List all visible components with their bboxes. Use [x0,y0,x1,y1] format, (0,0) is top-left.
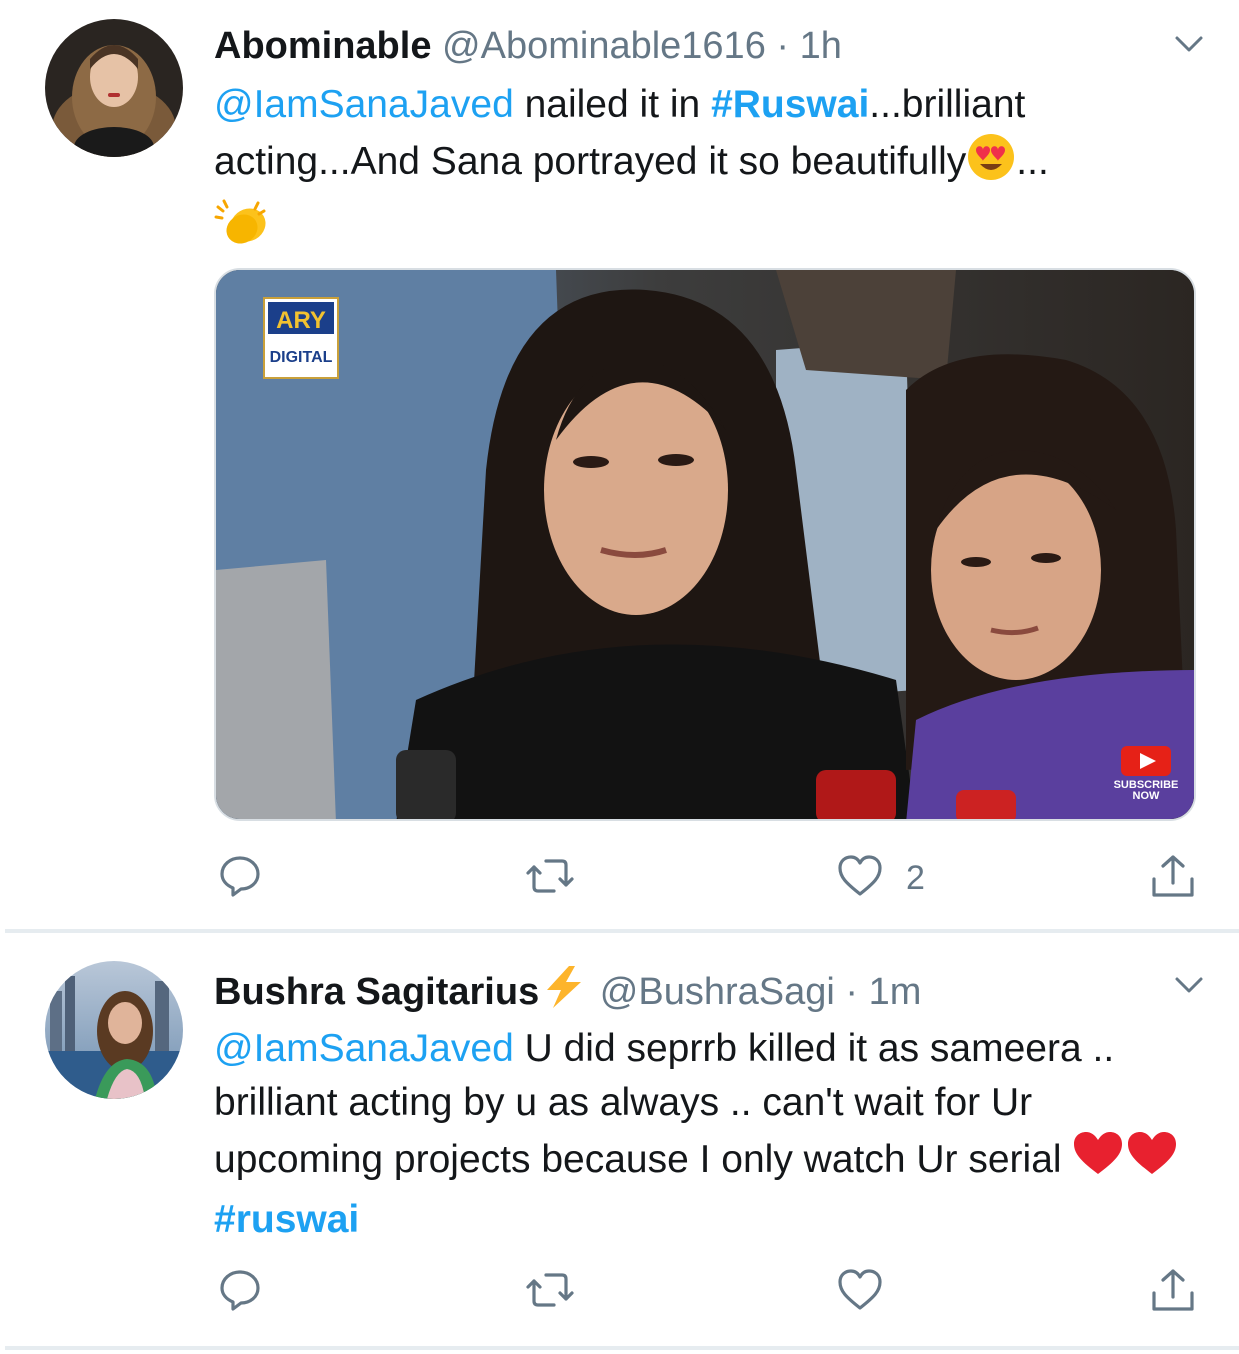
share-icon [1150,853,1196,904]
heart-eyes-emoji-icon [966,132,1016,197]
tweet-header: Abominable @Abominable1616 · 1h [214,21,1169,71]
like-button[interactable]: 2 [836,853,925,903]
avatar[interactable] [45,961,183,1099]
digital-logo-text: DIGITAL [270,349,333,366]
tweet-text: @IamSanaJaved U did seprrb killed it as … [214,1022,1199,1247]
tweet-2[interactable]: Bushra Sagitarius @BushraSagi · 1m @IamS… [0,933,1239,1348]
reply-button[interactable] [217,1267,285,1317]
reply-icon [217,853,263,904]
timestamp[interactable]: 1h [800,25,842,67]
retweet-icon [524,853,576,904]
tweet-text-part: ... [1016,140,1049,183]
hashtag-link[interactable]: #Ruswai [711,83,869,126]
tweet-divider [5,1346,1239,1350]
tweet-actions [214,1267,1204,1317]
heart-icon [836,1267,884,1318]
retweet-button[interactable] [524,853,598,903]
tweet-text: @IamSanaJaved nailed it in #Ruswai...bri… [214,78,1199,262]
like-button[interactable] [836,1267,906,1317]
display-name[interactable]: Abominable [214,25,431,67]
subscribe-now-text: NOW [1133,790,1161,802]
user-handle[interactable]: @BushraSagi [600,971,835,1013]
share-icon [1150,1267,1196,1318]
retweet-icon [524,1267,576,1318]
mention-link[interactable]: @IamSanaJaved [214,83,514,126]
tweet-actions: 2 [214,853,1204,903]
user-handle[interactable]: @Abominable1616 [442,25,766,67]
display-name[interactable]: Bushra Sagitarius [214,971,539,1013]
hashtag-link[interactable]: #ruswai [214,1198,359,1241]
avatar[interactable] [45,19,183,157]
tweet-text-part: nailed it in [513,83,712,126]
share-button[interactable] [1150,1267,1196,1317]
red-heart-emoji-icon [1072,1130,1180,1193]
ary-digital-logo: ARY DIGITAL [263,297,339,379]
reply-icon [217,1267,263,1318]
clapping-hands-emoji-icon [214,197,270,262]
separator-dot: · [776,25,790,67]
tweet-header: Bushra Sagitarius @BushraSagi · 1m [214,964,1169,1014]
ary-logo-text: ARY [276,307,326,334]
chevron-down-icon[interactable] [1171,967,1207,1003]
mention-link[interactable]: @IamSanaJaved [214,1027,514,1070]
retweet-button[interactable] [524,1267,598,1317]
timestamp[interactable]: 1m [869,971,922,1013]
reply-button[interactable] [217,853,285,903]
tweet-media-image[interactable]: ARY DIGITAL SUBSCRIBE NOW [214,268,1196,821]
like-count: 2 [906,858,925,897]
chevron-down-icon[interactable] [1171,26,1207,62]
separator-dot: · [845,971,859,1013]
share-button[interactable] [1150,853,1196,903]
high-voltage-emoji-icon [539,964,589,1023]
heart-icon [836,853,884,904]
tweet-1[interactable]: Abominable @Abominable1616 · 1h @IamSana… [0,0,1239,930]
